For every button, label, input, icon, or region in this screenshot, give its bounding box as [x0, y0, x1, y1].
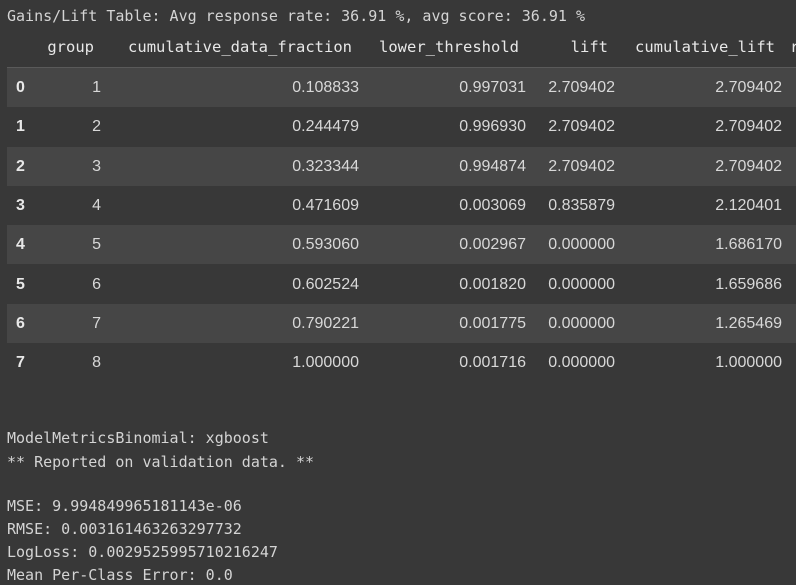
cell-cumulative-data-fraction: 1.000000: [292, 354, 359, 372]
cell-lower-threshold: 0.997031: [459, 79, 526, 96]
row-index: 3: [16, 196, 25, 214]
cell-lift: 0.000000: [548, 236, 615, 254]
table-row: 7 8 1.000000 0.001716 0.000000 1.000000: [7, 343, 796, 383]
row-index: 4: [16, 236, 25, 254]
column-header-cumulative-data-fraction: cumulative_data_fraction: [128, 38, 352, 56]
cell-cumulative-data-fraction: 0.790221: [292, 314, 359, 332]
row-index: 0: [16, 79, 25, 96]
table-row: 6 7 0.790221 0.001775 0.000000 1.265469: [7, 303, 796, 343]
row-index: 1: [16, 118, 25, 136]
column-header-cumulative-lift: cumulative_lift: [635, 38, 775, 56]
metric-mse: MSE: 9.994849965181143e-06: [7, 497, 242, 515]
cell-lift: 0.835879: [548, 196, 615, 214]
metric-mean-per-class-error: Mean Per-Class Error: 0.0: [7, 566, 233, 584]
cell-group: 2: [92, 118, 101, 136]
cell-cumulative-lift: 2.120401: [715, 196, 782, 214]
cell-cumulative-data-fraction: 0.244479: [292, 118, 359, 136]
row-index: 2: [16, 157, 25, 175]
cell-cumulative-data-fraction: 0.108833: [292, 79, 359, 96]
cell-lower-threshold: 0.001716: [459, 354, 526, 372]
cell-cumulative-lift: 1.000000: [715, 354, 782, 372]
table-row: 3 4 0.471609 0.003069 0.835879 2.120401: [7, 185, 796, 225]
cell-group: 1: [92, 79, 101, 96]
cell-lift: 0.000000: [548, 275, 615, 293]
output-title: Gains/Lift Table: Avg response rate: 36.…: [7, 7, 585, 25]
row-index: 6: [16, 314, 25, 332]
metric-logloss: LogLoss: 0.0029525995710216247: [7, 543, 278, 561]
cell-group: 3: [92, 157, 101, 175]
column-header-lower-threshold: lower_threshold: [379, 38, 519, 56]
cell-cumulative-lift: 2.709402: [715, 157, 782, 175]
row-index: 7: [16, 354, 25, 372]
cell-cumulative-lift: 1.686170: [715, 236, 782, 254]
cell-cumulative-lift: 1.265469: [715, 314, 782, 332]
cell-lower-threshold: 0.002967: [459, 236, 526, 254]
cell-cumulative-data-fraction: 0.593060: [292, 236, 359, 254]
metrics-header: ModelMetricsBinomial: xgboost: [7, 429, 269, 447]
cell-cumulative-data-fraction: 0.323344: [292, 157, 359, 175]
column-header-truncated: r: [790, 38, 796, 56]
cell-cumulative-data-fraction: 0.602524: [292, 275, 359, 293]
cell-lower-threshold: 0.001820: [459, 275, 526, 293]
cell-group: 8: [92, 354, 101, 372]
cell-cumulative-lift: 1.659686: [715, 275, 782, 293]
cell-group: 7: [92, 314, 101, 332]
cell-group: 5: [92, 236, 101, 254]
cell-lift: 0.000000: [548, 354, 615, 372]
cell-lift: 2.709402: [548, 157, 615, 175]
table-row: 1 2 0.244479 0.996930 2.709402 2.709402: [7, 107, 796, 147]
table-row: 4 5 0.593060 0.002967 0.000000 1.686170: [7, 225, 796, 265]
cell-cumulative-lift: 2.709402: [715, 118, 782, 136]
cell-lower-threshold: 0.003069: [459, 196, 526, 214]
cell-lift: 2.709402: [548, 79, 615, 96]
cell-cumulative-lift: 2.709402: [715, 79, 782, 96]
cell-lower-threshold: 0.994874: [459, 157, 526, 175]
metrics-note: ** Reported on validation data. **: [7, 453, 315, 471]
cell-lower-threshold: 0.996930: [459, 118, 526, 136]
cell-lift: 2.709402: [548, 118, 615, 136]
metric-rmse: RMSE: 0.003161463263297732: [7, 520, 242, 538]
cell-group: 6: [92, 275, 101, 293]
column-header-lift: lift: [570, 38, 608, 56]
column-header-group: group: [47, 38, 94, 56]
cell-cumulative-data-fraction: 0.471609: [292, 196, 359, 214]
table-row: 2 3 0.323344 0.994874 2.709402 2.709402: [7, 146, 796, 186]
cell-group: 4: [92, 196, 101, 214]
cell-lift: 0.000000: [548, 314, 615, 332]
row-index: 5: [16, 275, 25, 293]
cell-lower-threshold: 0.001775: [459, 314, 526, 332]
table-row: 0 1 0.108833 0.997031 2.709402 2.709402: [7, 68, 796, 107]
table-row: 5 6 0.602524 0.001820 0.000000 1.659686: [7, 264, 796, 304]
